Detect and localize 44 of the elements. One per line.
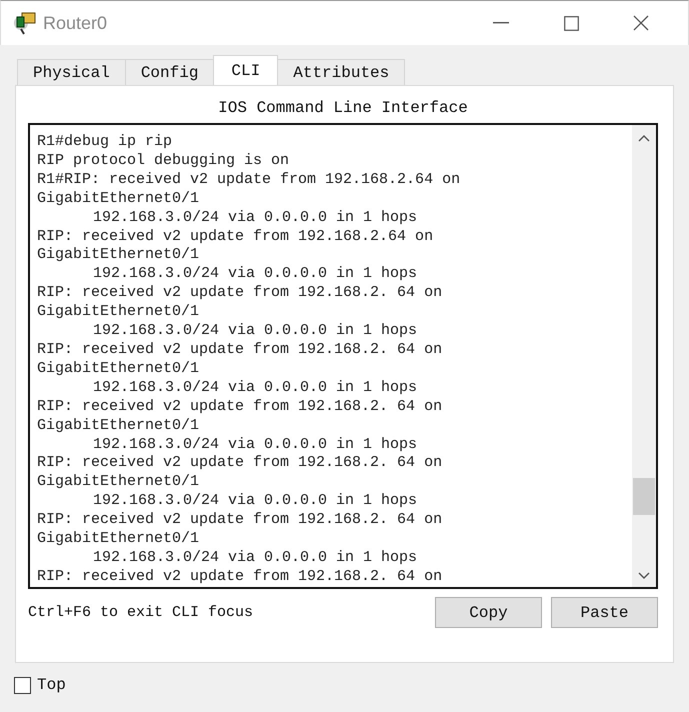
terminal-line: RIP: received v2 update from 192.168.2. 64 on: [37, 454, 442, 474]
terminal-line: GigabitEthernet0/1: [37, 303, 200, 322]
terminal-line: GigabitEthernet0/1: [37, 473, 200, 492]
terminal-output[interactable]: [28, 123, 658, 589]
paste-button[interactable]: Paste: [551, 597, 658, 628]
terminal-line: GigabitEthernet0/1: [37, 416, 200, 436]
focus-hint: Ctrl+F6 to exit CLI focus: [28, 604, 254, 621]
tab[interactable]: CLI: [213, 55, 278, 85]
close-icon: [633, 15, 649, 31]
terminal-line: 192.168.3.0/24 via 0.0.0.0 in 1 hops: [93, 378, 418, 398]
window-title: Router0: [43, 12, 108, 34]
tab[interactable]: Attributes: [277, 59, 406, 85]
scrollbar-thumb[interactable]: [633, 478, 655, 515]
scroll-up-icon: [638, 134, 650, 142]
terminal-line: RIP: received v2 update from 192.168.2. 64 on: [37, 340, 442, 360]
terminal-line: GigabitEthernet0/1: [37, 190, 200, 209]
minimize-icon: [493, 22, 509, 24]
terminal-line: RIP protocol debugging is on: [37, 152, 290, 171]
terminal-line: 192.168.3.0/24 via 0.0.0.0 in 1 hops: [93, 265, 418, 284]
cli-heading: IOS Command Line Interface: [217, 98, 469, 119]
copy-button[interactable]: Copy: [435, 597, 542, 628]
terminal-line: GigabitEthernet0/1: [37, 530, 200, 549]
terminal-line: 192.168.3.0/24 via 0.0.0.0 in 1 hops: [93, 436, 418, 454]
terminal-line: 192.168.3.0/24 via 0.0.0.0 in 1 hops: [93, 322, 418, 341]
terminal-line: RIP: received v2 update from 192.168.2. 64 on: [37, 398, 442, 417]
router-icon: [13, 11, 37, 35]
checkbox-label: Top: [37, 676, 66, 694]
scroll-down-icon: [638, 572, 650, 580]
terminal-line: RIP: received v2 update from 192.168.2. 64 on: [37, 568, 442, 587]
terminal-line: R1#debug ip rip: [37, 133, 172, 152]
tab[interactable]: Config: [124, 59, 214, 85]
scrollbar[interactable]: [632, 125, 656, 587]
terminal-line: GigabitEthernet0/1: [37, 246, 200, 266]
maximize-icon: [564, 16, 578, 30]
terminal-line: RIP: received v2 update from 192.168.2. 64 on: [37, 511, 442, 530]
terminal-line: 192.168.3.0/24 via 0.0.0.0 in 1 hops: [93, 548, 418, 568]
terminal-line: 192.168.3.0/24 via 0.0.0.0 in 1 hops: [93, 208, 418, 228]
tab[interactable]: Physical: [17, 59, 126, 85]
terminal-line: R1#RIP: received v2 update from 192.168.2.64 on: [37, 170, 460, 190]
terminal-line: 192.168.3.0/24 via 0.0.0.0 in 1 hops: [93, 492, 418, 512]
terminal-line: RIP: received v2 update from 192.168.2. 64 on: [37, 284, 442, 304]
terminal-line: GigabitEthernet0/1: [37, 360, 200, 379]
terminal-line: RIP: received v2 update from 192.168.2.64 on: [37, 228, 434, 246]
checkbox[interactable]: [14, 676, 31, 694]
